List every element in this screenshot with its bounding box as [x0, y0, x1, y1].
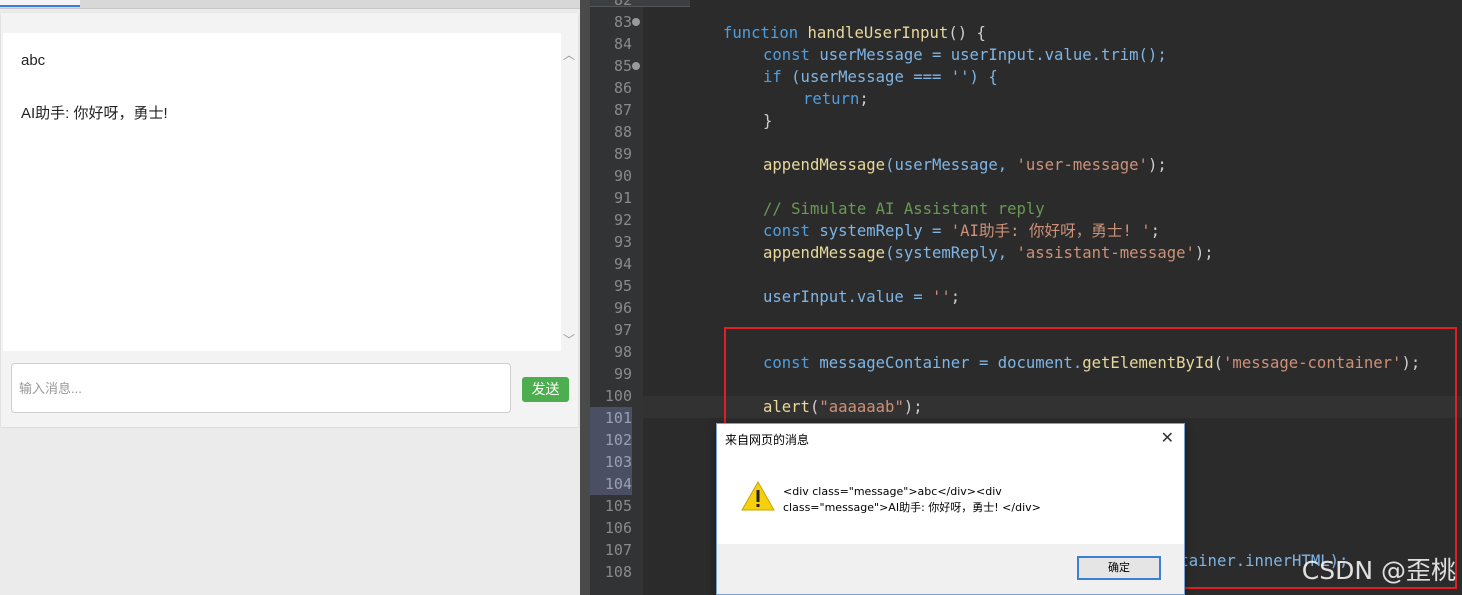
line-number: 93 [613, 233, 632, 251]
pane-splitter[interactable] [580, 0, 590, 595]
line-number: 101 [590, 407, 632, 429]
warning-icon [741, 480, 775, 511]
browser-tab[interactable] [0, 0, 80, 7]
line-number: 98 [613, 343, 632, 361]
code-line-92: const systemReply = 'AI助手: 你好呀，勇士! '; [763, 222, 1161, 240]
line-number: 107 [604, 541, 632, 559]
send-button[interactable]: 发送 [522, 377, 569, 402]
line-number: 104 [590, 473, 632, 495]
code-line-87: } [763, 112, 773, 130]
code-line-89: appendMessage(userMessage, 'user-message… [763, 156, 1167, 174]
code-line-84: const userMessage = userInput.value.trim… [763, 46, 1167, 64]
line-number: 100 [604, 387, 632, 405]
assistant-message: AI助手: 你好呀，勇士! [21, 105, 168, 122]
line-number: 108 [604, 563, 632, 581]
message-container[interactable]: abc AI助手: 你好呀，勇士! [3, 33, 561, 351]
message-input[interactable]: 输入消息... [11, 363, 511, 413]
line-number: 86 [613, 79, 632, 97]
line-number: 88 [613, 123, 632, 141]
scroll-up-icon[interactable]: ︿ [563, 46, 575, 63]
line-number: 96 [613, 299, 632, 317]
code-line-86: return; [803, 90, 869, 108]
line-number: 83 [613, 13, 632, 31]
line-number: 89 [613, 145, 632, 163]
line-number: 106 [604, 519, 632, 537]
code-line-93: appendMessage(systemReply, 'assistant-me… [763, 244, 1214, 262]
line-number: 97 [613, 321, 632, 339]
line-number: 91 [613, 189, 632, 207]
ok-button[interactable]: 确定 [1077, 556, 1161, 580]
dialog-message: <div class="message">abc</div><div class… [783, 485, 1041, 514]
user-message: abc [21, 52, 46, 69]
line-number: 102 [590, 429, 632, 451]
alert-dialog: 来自网页的消息 ✕ <div class="message">abc</div>… [716, 423, 1185, 595]
browser-empty-area [0, 428, 580, 595]
code-line-95: userInput.value = ''; [763, 288, 961, 306]
watermark: CSDN @歪桃 [1301, 556, 1456, 585]
line-number: 85 [613, 57, 632, 75]
line-number: 84 [613, 35, 632, 53]
code-line-85: if (userMessage === '') { [763, 68, 998, 86]
line-number: 99 [613, 365, 632, 383]
line-number: 103 [590, 451, 632, 473]
fold-icon[interactable] [632, 18, 640, 26]
browser-tab-bar [0, 0, 580, 9]
line-number: 94 [613, 255, 632, 273]
line-number: 90 [613, 167, 632, 185]
scroll-down-icon[interactable]: ﹀ [563, 331, 575, 348]
dialog-footer: 确定 [717, 544, 1184, 594]
browser-pane: abc AI助手: 你好呀，勇士! ︿ ﹀ 输入消息... 发送 [0, 0, 580, 595]
close-icon[interactable]: ✕ [1161, 428, 1174, 448]
fold-icon[interactable] [632, 62, 640, 70]
line-number: 95 [613, 277, 632, 295]
code-line-83: function handleUserInput() { [723, 24, 986, 42]
line-number: 92 [613, 211, 632, 229]
line-number: 82 [613, 0, 632, 9]
line-number: 87 [613, 101, 632, 119]
dialog-title: 来自网页的消息 [725, 433, 810, 447]
code-line-91: // Simulate AI Assistant reply [763, 200, 1045, 218]
line-number: 105 [604, 497, 632, 515]
chat-container: abc AI助手: 你好呀，勇士! ︿ ﹀ 输入消息... 发送 [1, 13, 578, 427]
